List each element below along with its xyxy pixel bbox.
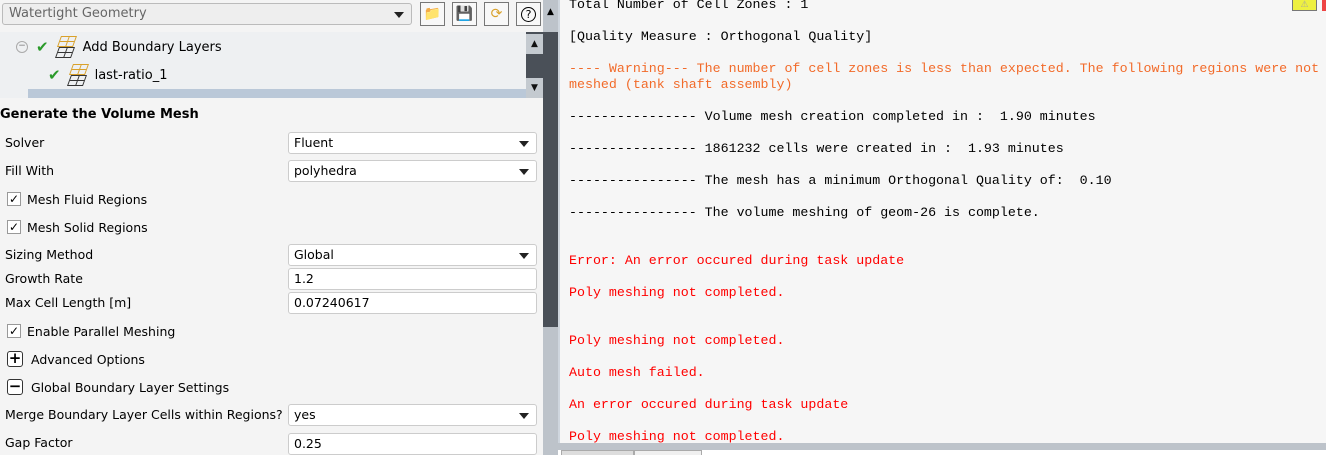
console-warning: meshed (tank shaft assembly) xyxy=(569,77,793,92)
console-line: ---------------- Volume mesh creation co… xyxy=(569,109,1096,124)
console-error: Poly meshing not completed. xyxy=(569,429,785,443)
console-error: Poly meshing not completed. xyxy=(569,285,785,300)
parallel-meshing-label: Enable Parallel Meshing xyxy=(27,324,176,339)
sizing-method-select[interactable]: Global xyxy=(288,244,537,266)
console-line: Total Number of Cell Zones : 1 xyxy=(569,0,809,12)
growth-rate-label: Growth Rate xyxy=(5,271,83,286)
sizing-method-label: Sizing Method xyxy=(5,247,94,262)
merge-bl-label: Merge Boundary Layer Cells within Region… xyxy=(5,407,283,422)
scrollbar-thumb[interactable] xyxy=(543,32,558,327)
growth-rate-input[interactable]: 1.2 xyxy=(288,268,537,290)
panel-scrollbar[interactable]: ▲ xyxy=(543,0,558,455)
scroll-down-icon[interactable]: ▼ xyxy=(526,78,543,98)
save-icon[interactable]: 💾 xyxy=(452,2,477,26)
tree-item-last-ratio[interactable]: ✔ last-ratio_1 xyxy=(48,62,167,88)
solver-label: Solver xyxy=(5,135,45,150)
solver-select[interactable]: Fluent xyxy=(288,132,537,154)
chevron-down-icon xyxy=(519,253,529,259)
collapse-icon[interactable]: − xyxy=(16,41,28,53)
workflow-toolbar: Watertight Geometry 📁 💾 ⟳ ? xyxy=(0,0,543,32)
chevron-down-icon xyxy=(519,169,529,175)
console-line: ---------------- The mesh has a minimum … xyxy=(569,173,1112,188)
gap-factor-label: Gap Factor xyxy=(5,435,73,450)
collapse-icon[interactable]: − xyxy=(7,379,23,395)
workflow-select[interactable]: Watertight Geometry xyxy=(2,3,412,25)
console-line: [Quality Measure : Orthogonal Quality] xyxy=(569,29,873,44)
console-line: ---------------- The volume meshing of g… xyxy=(569,205,1040,220)
console-scrollbar[interactable] xyxy=(558,443,1326,450)
advanced-options-label[interactable]: Advanced Options xyxy=(31,352,145,367)
gap-factor-input[interactable]: 0.25 xyxy=(288,433,537,455)
error-indicator[interactable] xyxy=(1322,0,1326,11)
console-error: Poly meshing not completed. xyxy=(569,333,785,348)
refresh-icon[interactable]: ⟳ xyxy=(484,2,509,26)
max-cell-length-label: Max Cell Length [m] xyxy=(5,295,132,310)
merge-bl-select[interactable]: yes xyxy=(288,404,537,426)
console-tab[interactable] xyxy=(634,450,702,455)
boundary-layer-icon xyxy=(55,36,77,58)
parallel-meshing-checkbox[interactable]: ✓ xyxy=(7,324,21,338)
tree-item-selected[interactable] xyxy=(28,89,528,98)
tree-scrollbar[interactable]: ▲ ▼ xyxy=(526,32,543,98)
console-warning: ---- Warning--- The number of cell zones… xyxy=(569,61,1320,76)
chevron-down-icon xyxy=(519,141,529,147)
fill-with-select[interactable]: polyhedra xyxy=(288,160,537,182)
open-folder-icon[interactable]: 📁 xyxy=(420,2,445,26)
mesh-solid-checkbox[interactable]: ✓ xyxy=(7,220,21,234)
tree-item-add-boundary-layers[interactable]: − ✔ Add Boundary Layers xyxy=(16,34,222,60)
chevron-down-icon xyxy=(519,413,529,419)
chevron-down-icon xyxy=(394,12,404,18)
console-error: An error occured during task update xyxy=(569,397,849,412)
boundary-layer-icon xyxy=(67,64,89,86)
scroll-up-icon[interactable]: ▲ xyxy=(543,0,558,32)
workflow-panel: Watertight Geometry 📁 💾 ⟳ ? − ✔ Add Boun… xyxy=(0,0,543,455)
fill-with-label: Fill With xyxy=(5,163,55,178)
volume-mesh-form: Generate the Volume Mesh Solver Fluent F… xyxy=(0,100,543,455)
global-bl-settings-label[interactable]: Global Boundary Layer Settings xyxy=(31,380,229,395)
scroll-up-icon[interactable]: ▲ xyxy=(526,34,543,54)
form-title: Generate the Volume Mesh xyxy=(0,107,199,122)
console-output[interactable]: Total Number of Cell Zones : 1 [Quality … xyxy=(558,0,1326,443)
console-tab[interactable] xyxy=(561,450,634,455)
mesh-solid-label: Mesh Solid Regions xyxy=(27,220,148,235)
mesh-fluid-checkbox[interactable]: ✓ xyxy=(7,192,21,206)
help-icon[interactable]: ? xyxy=(516,2,541,26)
workflow-tree: − ✔ Add Boundary Layers ✔ last-ratio_1 xyxy=(0,32,528,98)
console-line: ---------------- 1861232 cells were crea… xyxy=(569,141,1064,156)
console-error: Error: An error occured during task upda… xyxy=(569,253,905,268)
check-icon: ✔ xyxy=(36,38,49,56)
mesh-fluid-label: Mesh Fluid Regions xyxy=(27,192,148,207)
console-error: Auto mesh failed. xyxy=(569,365,705,380)
warning-icon[interactable]: ⚠ xyxy=(1292,0,1317,11)
max-cell-length-input[interactable]: 0.07240617 xyxy=(288,292,537,314)
expand-icon[interactable]: + xyxy=(7,351,23,367)
check-icon: ✔ xyxy=(48,66,61,84)
